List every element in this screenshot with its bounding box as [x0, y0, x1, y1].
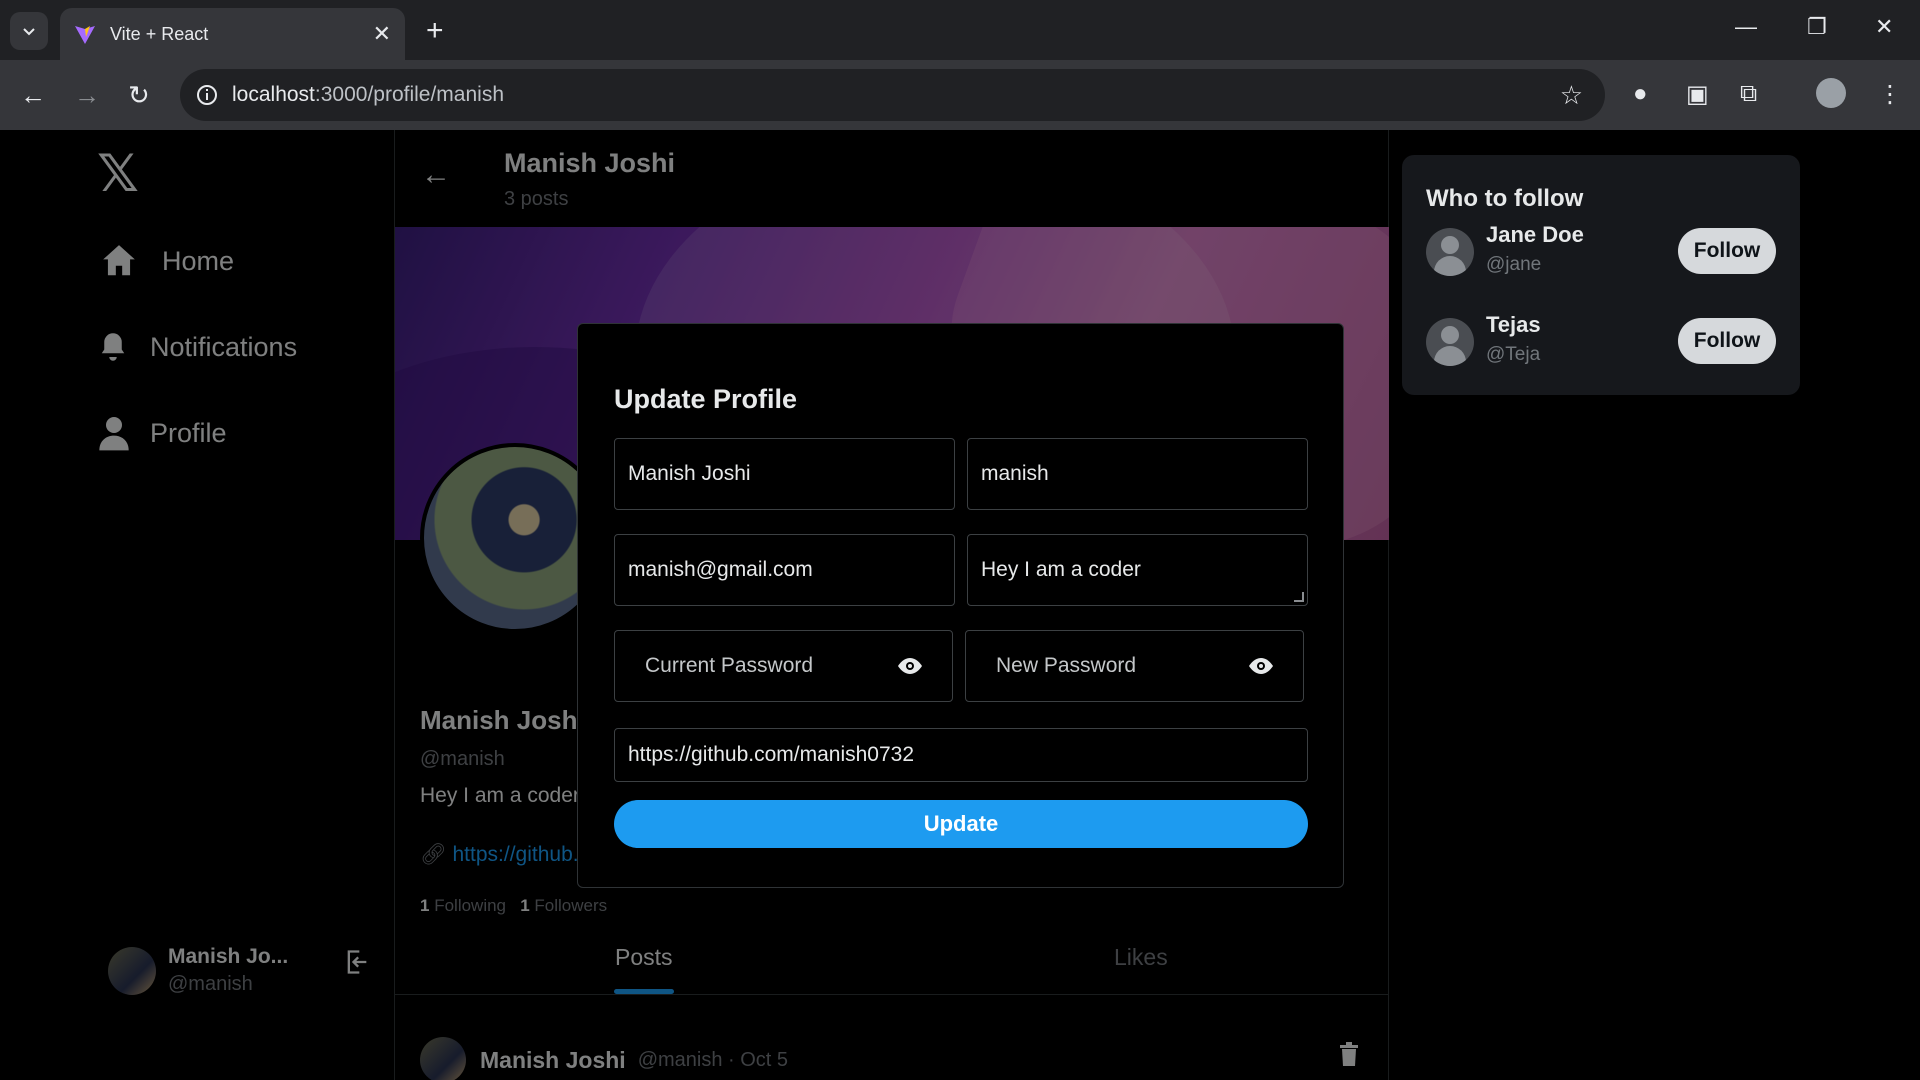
vite-logo-icon [75, 26, 95, 44]
bio-textarea[interactable]: Hey I am a coder [967, 534, 1308, 606]
tab-search-button[interactable] [10, 12, 48, 50]
suggested-user-handle: @Teja [1486, 344, 1541, 365]
email-input[interactable]: manish@gmail.com [614, 534, 955, 606]
app: 𝕏 Home Notifications Profile Manish Jo..… [0, 130, 1920, 1080]
bio-value: Hey I am a coder [981, 558, 1141, 581]
minimize-icon[interactable]: — [1735, 14, 1757, 40]
extension-icon[interactable]: ● [1633, 80, 1648, 108]
browser-toolbar: ← → ↻ localhost:3000/profile/manish ☆ ● … [0, 60, 1920, 130]
profile-avatar-icon[interactable] [1816, 78, 1846, 108]
address-bar[interactable]: localhost:3000/profile/manish ☆ [180, 69, 1605, 121]
bookmark-star-icon[interactable]: ☆ [1560, 80, 1583, 111]
modal-title: Update Profile [614, 384, 798, 414]
current-password-field[interactable]: Current Password [614, 630, 953, 702]
update-button[interactable]: Update [614, 800, 1308, 848]
suggested-user-name: Tejas [1486, 312, 1541, 337]
full-name-input[interactable]: Manish Joshi [614, 438, 955, 510]
suggested-user[interactable]: Jane Doe @jane Follow [1426, 222, 1776, 282]
eye-icon[interactable] [1249, 658, 1273, 674]
suggested-user-handle: @jane [1486, 254, 1542, 275]
eye-icon[interactable] [898, 658, 922, 674]
url-text: localhost:3000/profile/manish [232, 83, 505, 106]
forward-icon[interactable]: → [74, 80, 100, 110]
suggested-user-name: Jane Doe [1486, 222, 1584, 247]
tab-title: Vite + React [110, 23, 209, 44]
puzzle-icon[interactable]: ⧉ [1740, 80, 1757, 108]
who-to-follow-title: Who to follow [1426, 185, 1584, 212]
current-password-placeholder: Current Password [645, 654, 814, 677]
follow-button[interactable]: Follow [1678, 318, 1776, 364]
default-avatar-icon [1426, 228, 1474, 276]
new-tab-icon[interactable]: + [426, 14, 444, 48]
menu-kebab-icon[interactable]: ⋮ [1878, 80, 1902, 109]
reload-icon[interactable]: ↻ [128, 80, 150, 110]
site-info-icon[interactable] [196, 84, 218, 106]
new-password-placeholder: New Password [996, 654, 1137, 677]
tab-media-icon[interactable]: ▣ [1686, 80, 1709, 109]
browser-tab[interactable]: Vite + React ✕ [60, 8, 405, 60]
suggested-user[interactable]: Tejas @Teja Follow [1426, 312, 1776, 372]
link-input[interactable]: https://github.com/manish0732 [614, 728, 1308, 782]
browser-tabbar: Vite + React ✕ + — ❐ ✕ [0, 0, 1920, 60]
close-tab-icon[interactable]: ✕ [373, 21, 391, 47]
new-password-field[interactable]: New Password [965, 630, 1304, 702]
follow-button[interactable]: Follow [1678, 228, 1776, 274]
resize-handle-icon[interactable] [1294, 592, 1304, 602]
who-to-follow-panel: Who to follow Jane Doe @jane Follow Teja… [1402, 155, 1800, 395]
update-profile-modal: Update Profile Manish Joshi manish manis… [577, 323, 1344, 888]
default-avatar-icon [1426, 318, 1474, 366]
back-icon[interactable]: ← [20, 80, 46, 110]
restore-icon[interactable]: ❐ [1807, 14, 1827, 40]
username-input[interactable]: manish [967, 438, 1308, 510]
close-window-icon[interactable]: ✕ [1875, 14, 1893, 40]
chevron-down-icon [23, 28, 35, 36]
